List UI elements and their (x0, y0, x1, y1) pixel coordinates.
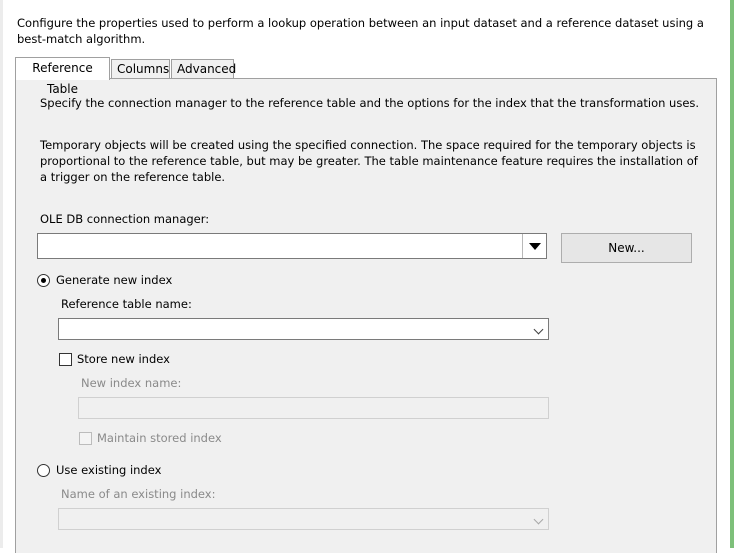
tab-reference-table[interactable]: Reference Table (15, 57, 110, 96)
reference-table-name-label: Reference table name: (61, 297, 192, 311)
panel-intro-text: Specify the connection manager to the re… (40, 96, 700, 110)
maintain-stored-index-label[interactable]: Maintain stored index (97, 430, 222, 446)
editor-description: Configure the properties used to perform… (17, 16, 704, 46)
connection-manager-label: OLE DB connection manager: (40, 212, 210, 226)
new-index-name-field[interactable] (78, 397, 549, 419)
existing-index-combo[interactable] (58, 508, 549, 530)
existing-index-name-label: Name of an existing index: (61, 487, 216, 501)
window-left-edge (0, 0, 3, 548)
store-new-index-label[interactable]: Store new index (77, 351, 170, 367)
use-existing-index-radio[interactable] (37, 464, 50, 477)
new-index-name-label: New index name: (81, 376, 182, 390)
chevron-down-icon (533, 514, 544, 525)
reference-table-name-combo[interactable] (58, 318, 549, 340)
tab-advanced[interactable]: Advanced (171, 59, 236, 78)
triangle-down-icon (528, 242, 541, 250)
maintain-stored-index-checkbox[interactable] (79, 432, 92, 445)
store-new-index-checkbox[interactable] (59, 353, 72, 366)
connection-dropdown-button[interactable] (522, 234, 546, 258)
window-right-border (730, 0, 734, 548)
chevron-down-icon (533, 324, 544, 335)
tab-columns[interactable]: Columns (111, 59, 170, 78)
connection-manager-combo[interactable] (37, 233, 547, 259)
generate-new-index-radio[interactable] (37, 274, 50, 287)
generate-new-index-label[interactable]: Generate new index (56, 272, 172, 288)
new-connection-button[interactable]: New... (561, 233, 692, 263)
use-existing-index-label[interactable]: Use existing index (56, 462, 161, 478)
radio-selected-dot (41, 278, 46, 283)
temporary-objects-note: Temporary objects will be created using … (40, 138, 698, 184)
